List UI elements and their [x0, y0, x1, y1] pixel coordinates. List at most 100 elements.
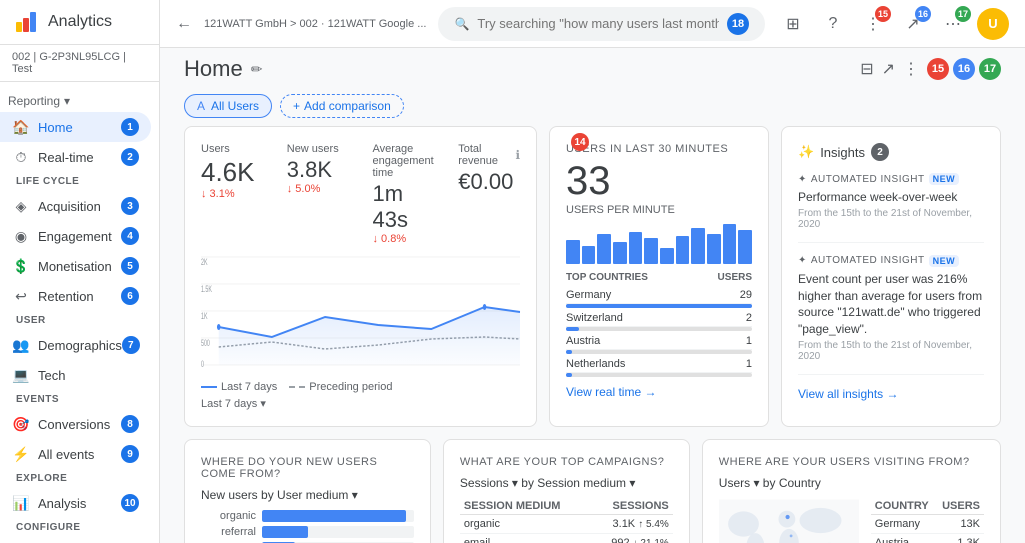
filter-icon: A — [197, 99, 205, 113]
back-icon[interactable]: ← — [176, 15, 192, 33]
header-badge-16: 16 — [953, 58, 975, 80]
sidebar-item-tech[interactable]: 💻 Tech — [0, 360, 151, 390]
map-area: COUNTRY USERS Germany13K Austr — [719, 498, 984, 543]
header-badges: 15 16 17 — [927, 58, 1001, 80]
sidebar-label-all-events: All events — [38, 447, 121, 462]
search-input[interactable] — [477, 16, 719, 31]
page-header-left: Home ✏ — [184, 56, 262, 82]
sidebar-badge-demographics: 7 — [122, 336, 140, 354]
world-map — [719, 498, 859, 543]
section-configure: CONFIGURE — [0, 518, 159, 537]
section-events: EVENTS — [0, 390, 159, 409]
svg-text:2K: 2K — [201, 256, 208, 267]
map-card: WHERE ARE YOUR USERS VISITING FROM? User… — [702, 439, 1001, 543]
notification-icon[interactable]: ⋮ 15 — [857, 8, 889, 40]
line-chart-svg: 2K 1.5K 1K 500 0 — [201, 257, 520, 367]
sidebar-item-demographics[interactable]: 👥 Demographics 7 — [0, 330, 151, 360]
chart-badge: 14 — [571, 133, 589, 151]
analysis-icon: 📊 — [12, 494, 30, 512]
legend-current: Last 7 days — [201, 381, 277, 393]
sidebar-item-acquisition[interactable]: ◈ Acquisition 3 — [0, 191, 151, 221]
sidebar-item-retention[interactable]: ↩ Retention 6 — [0, 281, 151, 311]
view-all-insights-link[interactable]: View all insights → — [798, 387, 984, 401]
sidebar-item-audiences[interactable]: 🎪 Audiences 11 — [0, 537, 151, 543]
realtime-title: USERS IN LAST 30 MINUTES — [566, 143, 752, 155]
sidebar-item-engagement[interactable]: ◉ Engagement 4 — [0, 221, 151, 251]
legend-prev: Preceding period — [289, 381, 392, 393]
header-badge-17: 17 — [979, 58, 1001, 80]
sidebar-item-realtime[interactable]: ⏱ Real-time 2 — [0, 142, 151, 172]
main-content: ← 121WATT GmbH > 002 · 121WATT Google ..… — [160, 0, 1025, 543]
compare-icon[interactable]: ⊟ — [860, 59, 873, 79]
sidebar-label-conversions: Conversions — [38, 417, 121, 432]
add-comparison-button[interactable]: + Add comparison — [280, 94, 404, 118]
section-lifecycle: LIFE CYCLE — [0, 172, 159, 191]
spark-icon: ✨ — [798, 144, 814, 160]
date-range-selector[interactable]: Last 7 days ▾ — [201, 397, 520, 410]
page-title: Home — [184, 56, 243, 82]
menu-header-icon[interactable]: ⋮ — [903, 59, 919, 79]
metric-users-change: ↓ 3.1% — [201, 188, 263, 200]
insights-card: ✨ Insights 2 ✦ AUTOMATED INSIGHT New Per… — [781, 126, 1001, 427]
countries-table-header: TOP COUNTRIES USERS — [566, 272, 752, 283]
metric-engagement-change: ↓ 0.8% — [373, 233, 435, 245]
campaigns-subtitle[interactable]: Sessions ▾ by Session medium ▾ — [460, 476, 673, 490]
help-icon[interactable]: ? — [817, 8, 849, 40]
map-section-title: WHERE ARE YOUR USERS VISITING FROM? — [719, 456, 984, 468]
metric-revenue: Total revenue ℹ €0.00 — [458, 143, 520, 245]
realtime-bar-chart — [566, 224, 752, 264]
tech-icon: 💻 — [12, 366, 30, 384]
bottom-cards-row: WHERE DO YOUR NEW USERS COME FROM? New u… — [184, 439, 1001, 543]
view-realtime-link[interactable]: View real time → — [566, 385, 752, 399]
reporting-tab[interactable]: Reporting ▾ — [0, 90, 159, 112]
insights-count-badge: 2 — [871, 143, 889, 161]
clock-icon: ⏱ — [12, 148, 30, 166]
apps-icon[interactable]: ⊞ — [777, 8, 809, 40]
metrics-card: Users 4.6K ↓ 3.1% New users 3.8K ↓ 5.0% — [184, 126, 537, 427]
new-badge-2: New — [929, 255, 960, 267]
sidebar-label-acquisition: Acquisition — [38, 199, 121, 214]
more-icon[interactable]: ⋯ 17 — [937, 8, 969, 40]
notif-badge-16: 16 — [915, 6, 931, 22]
all-users-filter[interactable]: A All Users — [184, 94, 272, 118]
notif-badge-17: 17 — [955, 6, 971, 22]
topbar: ← 121WATT GmbH > 002 · 121WATT Google ..… — [160, 0, 1025, 48]
revenue-info-icon[interactable]: ℹ — [515, 148, 520, 162]
sidebar-label-realtime: Real-time — [38, 150, 121, 165]
topbar-icons: ⊞ ? ⋮ 15 ↗ 16 ⋯ 17 U — [777, 8, 1009, 40]
new-users-subtitle[interactable]: New users by User medium ▾ — [201, 488, 414, 502]
share-header-icon[interactable]: ↗ — [882, 59, 895, 79]
metric-users-value: 4.6K — [201, 157, 263, 188]
hbar-organic: organic — [201, 510, 414, 522]
sidebar-item-all-events[interactable]: ⚡ All events 9 — [0, 439, 151, 469]
demographics-icon: 👥 — [12, 336, 30, 354]
sidebar-item-analysis[interactable]: 📊 Analysis 10 — [0, 488, 151, 518]
map-row-germany: Germany13K — [871, 515, 984, 534]
sidebar-badge-home: 1 — [121, 118, 139, 136]
edit-icon[interactable]: ✏ — [251, 61, 263, 78]
share-icon[interactable]: ↗ 16 — [897, 8, 929, 40]
app-title: Analytics — [48, 13, 112, 31]
world-map-svg — [719, 498, 859, 543]
sidebar-badge-realtime: 2 — [121, 148, 139, 166]
session-row-organic: organic 3.1K ↑ 5.4% — [460, 515, 673, 534]
sidebar-item-monetisation[interactable]: 💲 Monetisation 5 — [0, 251, 151, 281]
insight-item-1: ✦ AUTOMATED INSIGHT New Performance week… — [798, 173, 984, 243]
search-icon: 🔍 — [454, 17, 469, 31]
add-comparison-icon: + — [293, 99, 300, 113]
conversions-icon: 🎯 — [12, 415, 30, 433]
realtime-sub: USERS PER MINUTE — [566, 204, 752, 216]
metric-new-users: New users 3.8K ↓ 5.0% — [287, 143, 349, 245]
metric-revenue-label: Total revenue ℹ — [458, 143, 520, 167]
metric-users-label: Users — [201, 143, 263, 155]
filter-label: All Users — [211, 99, 259, 113]
reporting-label: Reporting — [8, 94, 60, 108]
add-comparison-label: Add comparison — [304, 99, 391, 113]
auto-icon-1: ✦ — [798, 174, 807, 185]
sidebar-item-conversions[interactable]: 🎯 Conversions 8 — [0, 409, 151, 439]
sidebar-item-home[interactable]: 🏠 Home 1 — [0, 112, 151, 142]
new-users-section-title: WHERE DO YOUR NEW USERS COME FROM? — [201, 456, 414, 480]
map-subtitle[interactable]: Users ▾ by Country — [719, 476, 984, 490]
acquisition-icon: ◈ — [12, 197, 30, 215]
avatar[interactable]: U — [977, 8, 1009, 40]
